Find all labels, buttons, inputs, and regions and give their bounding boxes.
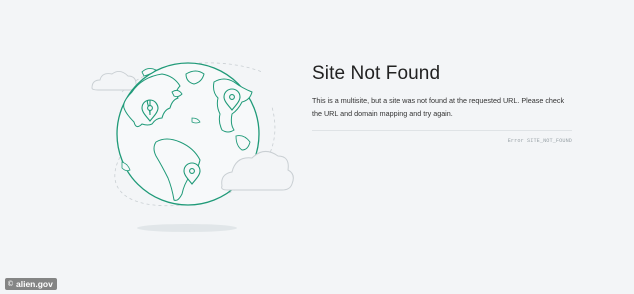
error-code: SITE_NOT_FOUND [527, 138, 572, 144]
error-message: This is a multisite, but a site was not … [312, 96, 565, 118]
cloud-left-icon [91, 71, 137, 91]
error-label: Error [507, 138, 524, 144]
page-title: Site Not Found [312, 63, 441, 84]
divider [312, 130, 572, 131]
error-code-line: Error SITE_NOT_FOUND [312, 138, 572, 144]
watermark-text: alien.gov [16, 279, 53, 289]
error-content: Site Not Found This is a multisite, but … [312, 62, 577, 144]
globe-illustration [82, 52, 302, 242]
site-not-found-page: Site Not Found This is a multisite, but … [0, 0, 634, 294]
copyright-icon: © [7, 280, 14, 288]
globe-shadow [137, 224, 237, 232]
watermark: © alien.gov [5, 278, 57, 290]
